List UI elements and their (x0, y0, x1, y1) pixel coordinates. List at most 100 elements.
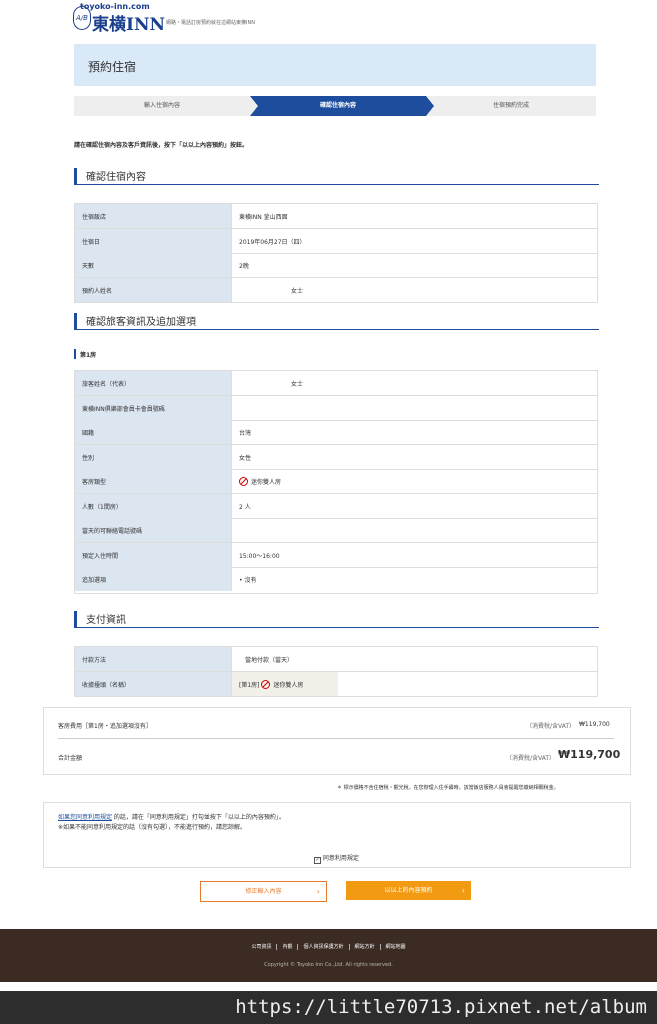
table-row: 住宿日 2019年06月27日（四） (75, 229, 597, 254)
step-arrow (250, 96, 258, 116)
room-prefix: [第1房] (239, 682, 260, 689)
row-value: 15:00～16:00 (239, 553, 280, 560)
row-value: 女士 (291, 381, 304, 388)
table-row: 預定入住時間 15:00～16:00 (75, 543, 597, 568)
cost-summary: 客房費用［第1房・追加選項沒有］ （消費稅/含VAT） ₩119,700 合計金… (43, 707, 631, 775)
chevron-right-icon: › (461, 886, 465, 895)
footer-link-inside[interactable]: 內觀 (277, 944, 299, 950)
button-label: 修正輸入內容 (245, 888, 282, 895)
chevron-right-icon: › (316, 887, 320, 896)
table-row: 天數 2晚 (75, 253, 597, 278)
table-row: 追加選項 • 沒有 (75, 567, 597, 591)
terms-text: 如果您同意利用規定 的話，請在「同意利用規定」打勾並按下「以以上的內容預約」。 (58, 812, 285, 821)
no-smoking-icon (261, 680, 271, 689)
table-row: 付款方法 當地付款（當天） (75, 647, 597, 672)
row-label: 旅客姓名（代表） (82, 381, 131, 388)
table-row: 國籍 台灣 (75, 420, 597, 445)
step-confirm: 確認住宿內容 (250, 96, 426, 116)
row-label: 國籍 (82, 430, 95, 437)
room-cost-amount: ₩119,700 (579, 721, 610, 728)
watermark-url: https://little70713.pixnet.net/album (0, 991, 657, 1024)
room-label: 第1房 (80, 352, 97, 359)
section-title: 確認旅客資訊及追加選項 (86, 317, 196, 328)
row-label: 東横INN俱樂部會員卡會員號碼 (82, 406, 165, 413)
terms-note: ※如果不能同意利用規定的話（沒有勾選），不能進行預約，請您諒解。 (58, 824, 247, 831)
receipt-text: 迷你雙人房 (273, 682, 304, 689)
watermark-text: https://little70713.pixnet.net/album (235, 996, 647, 1018)
option-text: 沒有 (244, 577, 257, 584)
row-label: 人數（1間房） (82, 504, 122, 511)
total-tax: （消費稅/含VAT） (506, 755, 556, 762)
table-row: 住宿飯店 東横INN 釜山西面 (75, 204, 597, 229)
row-label: 客房類型 (82, 479, 107, 486)
table-row: 收據擡頭（名稱） [第1房] 迷你雙人房 (75, 672, 597, 696)
row-value: • 沒有 (239, 577, 257, 584)
row-value: 2 人 (239, 504, 251, 511)
total-label: 合計金額 (58, 755, 83, 762)
section-heading-guest: 確認旅客資訊及追加選項 (74, 313, 599, 330)
terms-link[interactable]: 如果您同意利用規定 (58, 814, 112, 821)
table-row: 人數（1間房） 2 人 (75, 494, 597, 519)
row-label: 預定入住時間 (82, 553, 119, 560)
room-cost-label: 客房費用［第1房・追加選項沒有］ (58, 723, 152, 730)
row-value: 東横INN 釜山西面 (239, 214, 288, 221)
title-band: 預約住宿 (74, 44, 596, 86)
row-label: 付款方法 (82, 657, 107, 664)
step-input: 輸入住宿內容 (74, 96, 250, 116)
row-value: 迷你雙人房 (239, 477, 281, 486)
table-row: 當天的可聯絡電話號碼 (75, 518, 597, 543)
row-label: 性別 (82, 455, 95, 462)
confirm-reservation-button[interactable]: 以以上的內容預約 › (346, 881, 471, 900)
section-title: 確認住宿內容 (86, 172, 146, 183)
no-smoking-icon (239, 477, 248, 486)
row-label: 當天的可聯絡電話號碼 (82, 528, 143, 535)
footer-link-privacy[interactable]: 個人資訊保護方針 (298, 944, 350, 950)
footer: 公司資訊 內觀 個人資訊保護方針 網站方針 網站地圖 Copyright © Toyok… (0, 929, 657, 982)
payment-table: 付款方法 當地付款（當天） 收據擡頭（名稱） [第1房] 迷你雙人房 (74, 646, 598, 697)
row-value: 台灣 (239, 430, 252, 437)
footer-link-company[interactable]: 公司資訊 (246, 944, 278, 950)
copyright: Copyright © Toyoko Inn Co.,Ltd. All righ… (264, 962, 393, 968)
row-label: 收據擡頭（名稱） (82, 682, 131, 689)
row-label: 住宿飯店 (82, 214, 107, 221)
room-marker (74, 349, 76, 359)
table-row: 客房類型 迷你雙人房 (75, 469, 597, 494)
table-row: 性別 女性 (75, 445, 597, 470)
table-row: 東横INN俱樂部會員卡會員號碼 (75, 396, 597, 421)
row-value: 2019年06月27日（四） (239, 239, 306, 246)
row-value: 女性 (239, 455, 252, 462)
row-label: 住宿日 (82, 239, 101, 246)
step-arrow (426, 96, 434, 116)
brand-logo[interactable]: 東横INN (92, 10, 165, 35)
row-label: 追加選項 (82, 577, 107, 584)
section-heading-payment: 支付資訊 (74, 611, 599, 628)
footer-links: 公司資訊 內觀 個人資訊保護方針 網站方針 網站地圖 (0, 943, 657, 950)
row-value: [第1房] 迷你雙人房 (239, 680, 303, 689)
total-amount: ₩119,700 (558, 748, 621, 761)
edit-input-button[interactable]: 修正輸入內容 › (200, 881, 327, 902)
terms-sentence: 的話，請在「同意利用規定」打勾並按下「以以上的內容預約」。 (112, 814, 285, 821)
divider (58, 738, 614, 739)
section-title: 支付資訊 (86, 615, 126, 626)
agree-checkbox[interactable]: ✓ (314, 857, 321, 864)
room-cost-tax: （消費稅/含VAT） (526, 723, 576, 730)
row-label: 預約人姓名 (82, 288, 113, 295)
room-type-text: 迷你雙人房 (251, 479, 282, 486)
instruction-text: 請在確認住宿內容及客戶資訊後，按下「以以上內容預約」按鈕。 (74, 142, 249, 149)
stay-table: 住宿飯店 東横INN 釜山西面 住宿日 2019年06月27日（四） 天數 2晚… (74, 203, 598, 303)
tax-note: ＊ 標示價格不含住宿稅・觀光稅，在您辦理入住手續時，該當飯店服務人員會提醒您繳納… (337, 785, 559, 791)
agree-checkbox-label: 同意利用規定 (322, 855, 359, 862)
section-heading-stay: 確認住宿內容 (74, 168, 599, 185)
row-value: 當地付款（當天） (245, 657, 294, 664)
agree-checkbox-row[interactable]: ✓ 同意利用規定 (314, 853, 359, 864)
button-label: 以以上的內容預約 (384, 887, 433, 894)
row-value: 女士 (291, 288, 304, 295)
table-row: 旅客姓名（代表） 女士 (75, 371, 597, 396)
progress-steps: 輸入住宿內容 確認住宿內容 住宿預約完成 (74, 96, 596, 116)
footer-link-sitemap[interactable]: 網站地圖 (381, 944, 411, 950)
table-row: 預約人姓名 女士 (75, 278, 597, 302)
step-complete: 住宿預約完成 (426, 96, 596, 116)
footer-link-policy[interactable]: 網站方針 (349, 944, 381, 950)
terms-box: 如果您同意利用規定 的話，請在「同意利用規定」打勾並按下「以以上的內容預約」。 … (43, 802, 631, 868)
page-title: 預約住宿 (88, 60, 137, 74)
